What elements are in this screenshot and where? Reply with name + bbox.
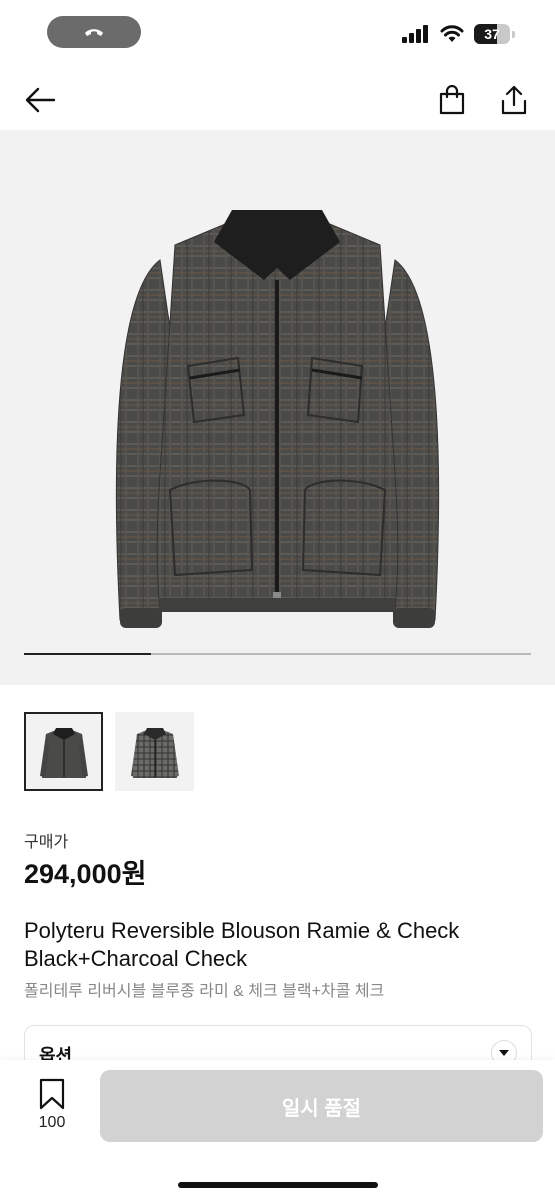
share-button[interactable] <box>492 78 536 122</box>
battery-indicator: 37 <box>474 24 510 44</box>
price-label: 구매가 <box>24 834 69 851</box>
soldout-button[interactable]: 일시 품절 <box>100 1070 543 1142</box>
share-icon <box>501 85 527 115</box>
thumbnail-2[interactable] <box>115 712 194 791</box>
product-title-en: Polyteru Reversible Blouson Ramie & Chec… <box>24 918 460 971</box>
thumbnail-strip <box>24 712 194 791</box>
price-value: 294,000원 <box>24 859 147 889</box>
gallery-progress-track <box>24 653 531 655</box>
signal-icon <box>402 25 428 43</box>
home-indicator <box>178 1182 378 1188</box>
thumbnail-1[interactable] <box>24 712 103 791</box>
shopping-bag-icon <box>439 85 465 115</box>
battery-percent: 37 <box>484 26 500 42</box>
jacket-image <box>115 210 440 628</box>
product-title-ko: 폴리테루 리버시블 블루종 라미 & 체크 블랙+차콜 체크 <box>24 983 385 1000</box>
wifi-icon <box>440 25 464 42</box>
top-nav <box>0 70 555 128</box>
active-call-pill[interactable] <box>47 16 141 48</box>
thumbnail-jacket-image <box>39 727 88 778</box>
status-bar: 37 <box>0 0 555 64</box>
thumbnail-check-jacket-image <box>130 727 179 778</box>
wishlist-count: 100 <box>38 1114 66 1131</box>
arrow-left-icon <box>25 87 56 113</box>
gallery-progress-fill <box>24 653 151 655</box>
bookmark-icon <box>39 1078 65 1110</box>
phone-icon <box>85 29 103 36</box>
status-icons: 37 <box>402 24 515 44</box>
product-image-gallery[interactable] <box>0 130 555 685</box>
shopping-bag-button[interactable] <box>430 78 474 122</box>
wishlist-button[interactable]: 100 <box>28 1078 76 1132</box>
back-button[interactable] <box>18 78 62 122</box>
bottom-action-bar: 100 일시 품절 <box>0 1060 555 1200</box>
